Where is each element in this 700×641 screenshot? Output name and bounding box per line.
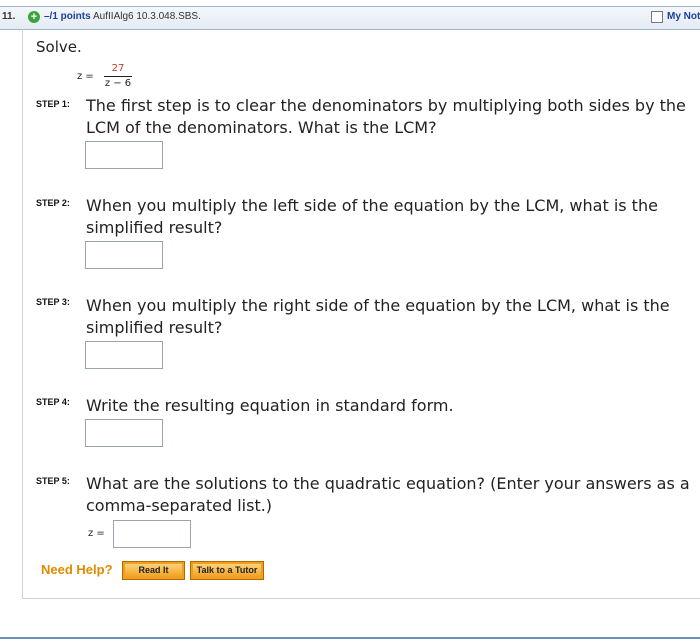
step-1-text: The first step is to clear the denominat… [86,96,686,137]
plus-icon[interactable]: + [28,11,40,23]
need-help-label: Need Help? [41,562,113,577]
step-2-label: STEP 2: [36,198,70,208]
bottom-divider [0,637,700,639]
step-3-text: When you multiply the right side of the … [86,296,670,337]
step-1-label: STEP 1: [36,99,70,109]
points-label: –/1 points [44,11,91,22]
my-notes-checkbox[interactable] [651,11,663,23]
read-it-button[interactable]: Read It [122,561,185,580]
fraction-bar [104,76,132,77]
my-notes-label[interactable]: My Notes [667,11,700,22]
step-5-text: What are the solutions to the quadratic … [86,474,690,515]
question-number: 11. [2,11,16,22]
step-5-answer-input[interactable] [113,520,191,548]
step-3-label: STEP 3: [36,297,70,307]
question-code: AufIIAlg6 10.3.048.SBS. [93,11,201,22]
talk-to-tutor-button[interactable]: Talk to a Tutor [190,561,264,580]
step-2-text: When you multiply the left side of the e… [86,196,658,237]
instruction: Solve. [36,38,82,56]
fraction-denominator: z − 6 [104,78,132,89]
answer-prefix: z = [88,528,105,539]
fraction: 27 z − 6 [104,63,132,90]
step-4-answer-input[interactable] [85,419,163,447]
step-4-label: STEP 4: [36,397,70,407]
step-1-answer-input[interactable] [85,141,163,169]
step-5-label: STEP 5: [36,476,70,486]
question-header: 11. + –/1 points AufIIAlg6 10.3.048.SBS.… [0,6,700,30]
panel-border-left [22,29,23,599]
step-4-text: Write the resulting equation in standard… [86,396,454,415]
equation-lhs: z = [77,71,94,82]
step-3-answer-input[interactable] [85,341,163,369]
panel-border-bottom [22,598,700,599]
fraction-numerator: 27 [111,63,125,74]
step-2-answer-input[interactable] [85,241,163,269]
